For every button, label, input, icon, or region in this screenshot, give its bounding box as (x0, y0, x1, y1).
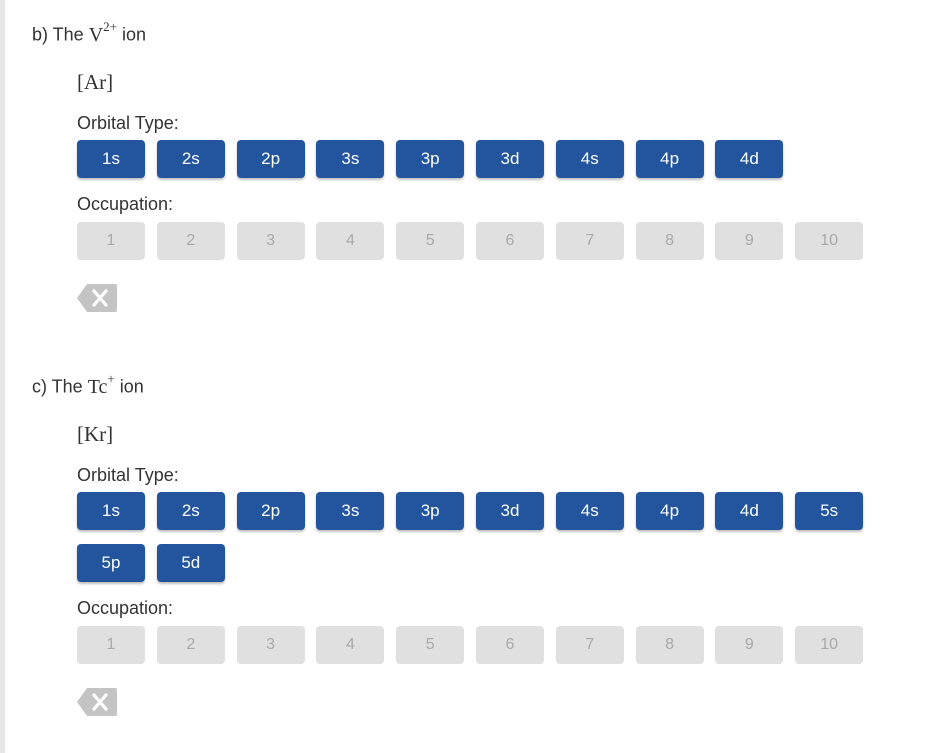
occupation-label: Occupation: (77, 194, 174, 214)
orbital-button[interactable]: 4d (715, 140, 784, 178)
occupation-button[interactable]: 1 (77, 222, 145, 260)
question-title: c) The Tc+ ion (32, 366, 912, 398)
occupation-button[interactable]: 8 (635, 222, 704, 260)
left-border (0, 0, 5, 753)
orbital-button[interactable]: 5s (795, 492, 864, 530)
ion-formula: V2+ (88, 19, 117, 46)
occupation-button[interactable]: 8 (635, 626, 704, 664)
noble-gas-core: [Kr] (77, 422, 114, 446)
occupation-button-row: 1 2 3 4 5 6 7 8 9 10 (77, 222, 877, 260)
ion-charge: 2+ (103, 19, 118, 34)
noble-gas-core: [Ar] (77, 70, 114, 94)
occupation-button[interactable]: 7 (555, 626, 624, 664)
occupation-button[interactable]: 6 (475, 626, 544, 664)
orbital-button[interactable]: 3s (316, 492, 385, 530)
orbital-button[interactable]: 5p (77, 544, 145, 582)
orbital-button[interactable]: 2s (156, 492, 225, 530)
orbital-button[interactable]: 3d (475, 140, 544, 178)
occupation-button[interactable]: 4 (316, 222, 385, 260)
orbital-button[interactable]: 1s (77, 492, 145, 530)
clear-button[interactable] (77, 688, 117, 716)
occupation-button[interactable]: 6 (475, 222, 544, 260)
orbital-type-label: Orbital Type: (77, 113, 179, 133)
orbital-button-row: 1s 2s 2p 3s 3p 3d 4s 4p 4d 5s 5p 5d (77, 492, 877, 596)
backspace-icon (77, 284, 117, 312)
occupation-button[interactable]: 3 (236, 222, 305, 260)
question-suffix: ion (122, 24, 147, 45)
occupation-button[interactable]: 1 (77, 626, 145, 664)
orbital-button[interactable]: 4s (555, 492, 624, 530)
occupation-button[interactable]: 10 (795, 626, 864, 664)
occupation-button[interactable]: 2 (156, 626, 225, 664)
question-part-c: c) The Tc+ ion [Kr] Orbital Type: 1s 2s 2p… (32, 366, 912, 716)
orbital-button[interactable]: 3p (396, 492, 465, 530)
orbital-button[interactable]: 2s (156, 140, 225, 178)
orbital-button[interactable]: 3d (475, 492, 544, 530)
orbital-type-label: Orbital Type: (77, 465, 179, 485)
occupation-button[interactable]: 4 (316, 626, 385, 664)
occupation-button[interactable]: 9 (715, 626, 784, 664)
occupation-label: Occupation: (77, 598, 174, 618)
occupation-button[interactable]: 2 (156, 222, 225, 260)
ion-symbol: Tc (87, 375, 108, 398)
occupation-button[interactable]: 5 (396, 222, 465, 260)
orbital-button[interactable]: 4p (635, 140, 704, 178)
orbital-button[interactable]: 2p (236, 492, 305, 530)
backspace-icon (77, 688, 117, 716)
orbital-button[interactable]: 4s (555, 140, 624, 178)
orbital-button[interactable]: 3s (316, 140, 385, 178)
question-prefix: c) The (32, 376, 83, 397)
occupation-button[interactable]: 10 (795, 222, 864, 260)
occupation-button[interactable]: 9 (715, 222, 784, 260)
orbital-button[interactable]: 4p (635, 492, 704, 530)
orbital-button[interactable]: 5d (156, 544, 225, 582)
orbital-button[interactable]: 3p (396, 140, 465, 178)
clear-button[interactable] (77, 284, 117, 312)
question-prefix: b) The (32, 24, 84, 45)
question-suffix: ion (119, 376, 144, 397)
orbital-button-row: 1s 2s 2p 3s 3p 3d 4s 4p 4d (77, 140, 877, 192)
ion-charge: + (107, 371, 115, 386)
orbital-button[interactable]: 1s (77, 140, 145, 178)
orbital-button[interactable]: 2p (236, 140, 305, 178)
occupation-button[interactable]: 3 (236, 626, 305, 664)
orbital-button[interactable]: 4d (715, 492, 784, 530)
ion-symbol: V (88, 23, 104, 46)
question-part-b: b) The V2+ ion [Ar] Orbital Type: 1s 2s 2p… (32, 14, 912, 312)
ion-formula: Tc+ (87, 371, 115, 398)
occupation-button[interactable]: 5 (396, 626, 465, 664)
occupation-button[interactable]: 7 (555, 222, 624, 260)
occupation-button-row: 1 2 3 4 5 6 7 8 9 10 (77, 626, 877, 664)
question-title: b) The V2+ ion (32, 14, 912, 46)
